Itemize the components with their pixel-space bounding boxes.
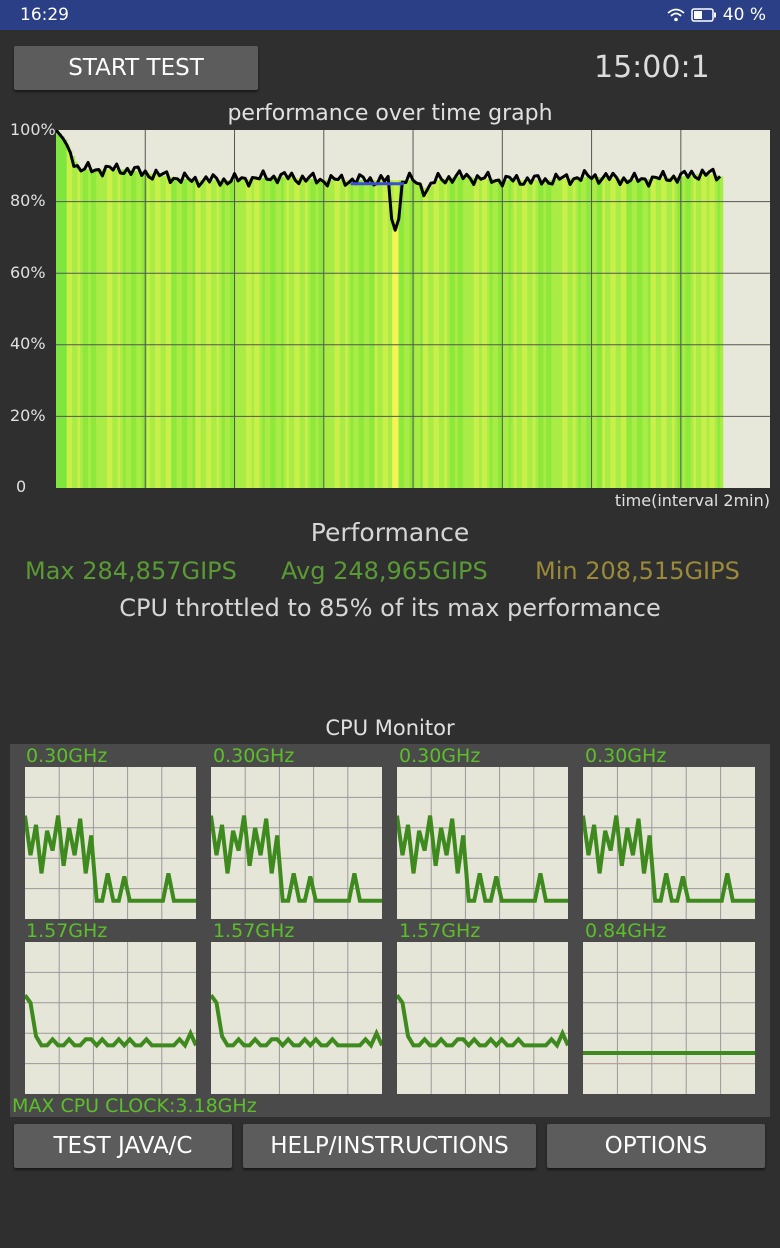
start-test-button[interactable]: START TEST: [14, 46, 258, 90]
y-label-20: 20%: [10, 406, 46, 425]
core-graph: [211, 767, 382, 919]
core-freq-label: 0.30GHz: [399, 745, 481, 767]
battery-percent: 40 %: [722, 5, 766, 25]
core-graph: [25, 767, 196, 919]
chart-fill-stripe: [720, 176, 724, 488]
battery-icon: [691, 8, 716, 22]
performance-title: Performance: [310, 518, 470, 547]
wifi-icon: [667, 8, 685, 22]
max-stat: Max 284,857GIPS: [25, 557, 237, 585]
y-label-80: 80%: [10, 191, 46, 210]
min-stat: Min 208,515GIPS: [535, 557, 740, 585]
core-freq-label: 0.30GHz: [585, 745, 667, 767]
y-label-100: 100%: [10, 120, 56, 139]
core-graph: [397, 942, 568, 1094]
chart-dip-stripe: [392, 230, 399, 488]
performance-chart: [56, 130, 770, 488]
y-label-0: 0: [16, 477, 27, 496]
core-freq-label: 1.57GHz: [213, 920, 295, 942]
core-freq-label: 0.30GHz: [213, 745, 295, 767]
max-cpu-clock: MAX CPU CLOCK:3.18GHz: [12, 1095, 257, 1117]
core-graph: [25, 942, 196, 1094]
y-label-40: 40%: [10, 334, 46, 353]
status-time: 16:29: [20, 5, 69, 25]
core-graph-background: [583, 942, 755, 1094]
y-label-60: 60%: [10, 263, 46, 282]
test-java-c-button[interactable]: TEST JAVA/C: [14, 1124, 232, 1168]
core-graph: [583, 942, 755, 1094]
core-freq-label: 0.30GHz: [26, 745, 108, 767]
core-graph: [583, 767, 755, 919]
core-graph-background: [397, 942, 568, 1094]
core-freq-label: 1.57GHz: [26, 920, 108, 942]
core-freq-label: 0.84GHz: [585, 920, 667, 942]
test-timer: 15:00:1: [594, 50, 710, 85]
core-graph: [397, 767, 568, 919]
core-graph-background: [211, 942, 382, 1094]
cpu-monitor-title: CPU Monitor: [325, 716, 455, 740]
x-axis-label: time(interval 2min): [614, 491, 770, 510]
core-graph: [211, 942, 382, 1094]
status-bar: 16:29 40 %: [0, 0, 780, 30]
options-button[interactable]: OPTIONS: [547, 1124, 765, 1168]
throttle-text: CPU throttled to 85% of its max performa…: [119, 594, 661, 622]
help-instructions-button[interactable]: HELP/INSTRUCTIONS: [243, 1124, 536, 1168]
core-graph-background: [25, 942, 196, 1094]
core-freq-label: 1.57GHz: [399, 920, 481, 942]
avg-stat: Avg 248,965GIPS: [281, 557, 488, 585]
graph-title: performance over time graph: [227, 101, 553, 126]
status-icons: 40 %: [667, 5, 766, 25]
